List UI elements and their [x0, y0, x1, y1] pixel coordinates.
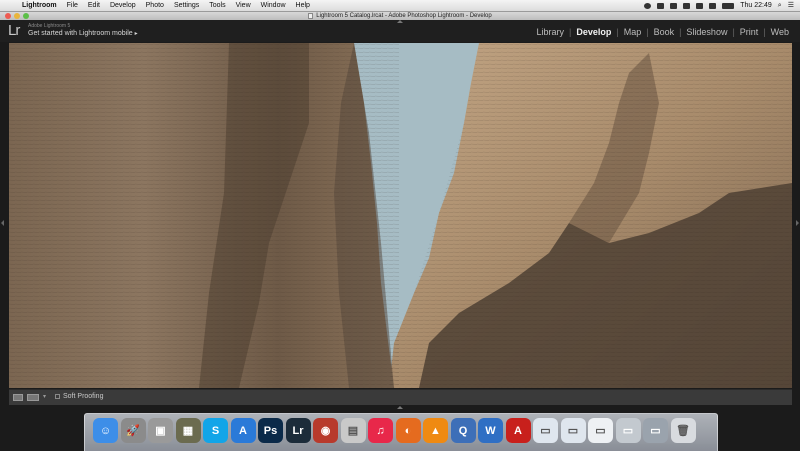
acrobat-icon[interactable]: A — [505, 418, 531, 443]
product-name: Adobe Lightroom 5 — [28, 23, 71, 29]
zoom-window-button[interactable] — [23, 13, 29, 19]
module-map[interactable]: Map — [619, 27, 647, 37]
bluetooth-icon[interactable] — [683, 2, 691, 9]
photo-booth-icon[interactable]: ◉ — [313, 418, 338, 443]
minimized-window-5-icon[interactable]: ▭ — [643, 418, 668, 443]
window-title-bar: Lightroom 5 Catalog.lrcat - Adobe Photos… — [0, 12, 800, 20]
trash-icon[interactable]: 🗑 — [670, 418, 696, 443]
spotlight-icon[interactable]: ⌕ — [778, 0, 782, 11]
wifi-icon[interactable] — [696, 2, 704, 9]
app-store-icon[interactable]: A — [230, 418, 256, 443]
module-slideshow[interactable]: Slideshow — [681, 27, 732, 37]
right-panel-toggle-icon[interactable] — [796, 220, 799, 226]
module-picker: Library | Develop | Map | Book | Slideshow | Print… — [531, 27, 794, 37]
finder-icon[interactable]: ☺ — [93, 418, 118, 443]
sync-icon[interactable] — [657, 2, 665, 9]
photoshop-icon[interactable]: Ps — [258, 418, 283, 443]
module-print[interactable]: Print — [735, 27, 764, 37]
activity-icon[interactable] — [644, 2, 652, 9]
notification-center-icon[interactable]: ☰ — [788, 0, 794, 11]
itunes-icon[interactable]: ♫ — [368, 418, 393, 443]
volume-icon[interactable] — [709, 2, 717, 9]
close-window-button[interactable] — [5, 13, 11, 19]
module-library[interactable]: Library — [531, 27, 569, 37]
menu-file[interactable]: File — [67, 0, 78, 11]
minimize-window-button[interactable] — [14, 13, 20, 19]
top-panel-toggle-icon[interactable] — [397, 20, 403, 23]
preview-icon[interactable]: ▣ — [148, 418, 173, 443]
menu-view[interactable]: View — [236, 0, 251, 11]
module-web[interactable]: Web — [766, 27, 794, 37]
module-develop[interactable]: Develop — [571, 27, 616, 37]
firefox-icon[interactable]: ◐ — [395, 418, 421, 443]
window-title: Lightroom 5 Catalog.lrcat - Adobe Photos… — [308, 12, 492, 20]
before-after-view-icon[interactable] — [27, 394, 39, 401]
lightroom-mobile-prompt[interactable]: Get started with Lightroom mobile ▸ — [28, 30, 138, 37]
battery-icon[interactable] — [722, 2, 735, 9]
menu-app-lightroom[interactable]: Lightroom — [22, 0, 57, 11]
menu-window[interactable]: Window — [261, 0, 286, 11]
minimized-window-3-icon[interactable]: ▭ — [588, 418, 613, 443]
triangle-right-icon: ▸ — [134, 31, 138, 37]
develop-toolbar: ▾ Soft Proofing — [9, 389, 792, 405]
photo-browser-icon[interactable]: ▦ — [175, 418, 201, 443]
filmstrip-toggle-icon[interactable] — [397, 406, 403, 409]
menu-items: Lightroom File Edit Develop Photo Settings Too… — [22, 0, 310, 11]
skype-icon[interactable]: S — [203, 418, 228, 443]
menu-help[interactable]: Help — [296, 0, 310, 11]
menu-develop[interactable]: Develop — [110, 0, 136, 11]
menu-bar: Lightroom File Edit Develop Photo Settings Too… — [0, 0, 800, 12]
menu-photo[interactable]: Photo — [146, 0, 164, 11]
quicktime-icon[interactable]: Q — [450, 418, 476, 443]
window-controls — [5, 13, 29, 19]
menu-tools[interactable]: Tools — [209, 0, 225, 11]
identity-plate: Lr Adobe Lightroom 5 Get started with Li… — [0, 20, 800, 42]
minimized-window-1-icon[interactable]: ▭ — [533, 418, 558, 443]
left-panel-toggle-icon[interactable] — [1, 220, 4, 226]
document-icon — [308, 13, 314, 19]
soft-proofing-toggle[interactable]: Soft Proofing — [55, 393, 103, 400]
module-book[interactable]: Book — [649, 27, 680, 37]
minimized-window-4-icon[interactable]: ▭ — [615, 418, 641, 443]
status-area: Thu 22:49 ⌕ ☰ — [644, 0, 794, 11]
dolomite-cliffs-photo — [9, 43, 792, 388]
chevron-down-icon[interactable]: ▾ — [43, 393, 46, 400]
lightroom-icon[interactable]: Lr — [285, 418, 311, 443]
window-title-text: Lightroom 5 Catalog.lrcat - Adobe Photos… — [316, 13, 492, 19]
loupe-view-icon[interactable] — [13, 394, 23, 401]
clock[interactable]: Thu 22:49 — [740, 0, 772, 11]
mobile-prompt-label: Get started with Lightroom mobile — [28, 30, 133, 37]
word-icon[interactable]: W — [478, 418, 503, 443]
soft-proofing-checkbox[interactable] — [55, 394, 60, 399]
photo-canvas[interactable] — [9, 43, 792, 388]
vlc-icon[interactable]: ▲ — [423, 418, 448, 443]
timemachine-icon[interactable] — [670, 2, 678, 9]
dock: ☺ 🚀 ▣ ▦ S A Ps Lr ◉ ▤ ♫ ◐ ▲ Q W A ▭ ▭ ▭ ▭ ▭ 🗑 — [84, 413, 718, 451]
utilities-icon[interactable]: ▤ — [340, 418, 366, 443]
minimized-window-2-icon[interactable]: ▭ — [560, 418, 586, 443]
menu-edit[interactable]: Edit — [88, 0, 100, 11]
soft-proofing-label: Soft Proofing — [63, 393, 104, 400]
lightroom-logo: Lr — [8, 22, 20, 39]
launchpad-icon[interactable]: 🚀 — [120, 418, 146, 443]
menu-settings[interactable]: Settings — [174, 0, 199, 11]
